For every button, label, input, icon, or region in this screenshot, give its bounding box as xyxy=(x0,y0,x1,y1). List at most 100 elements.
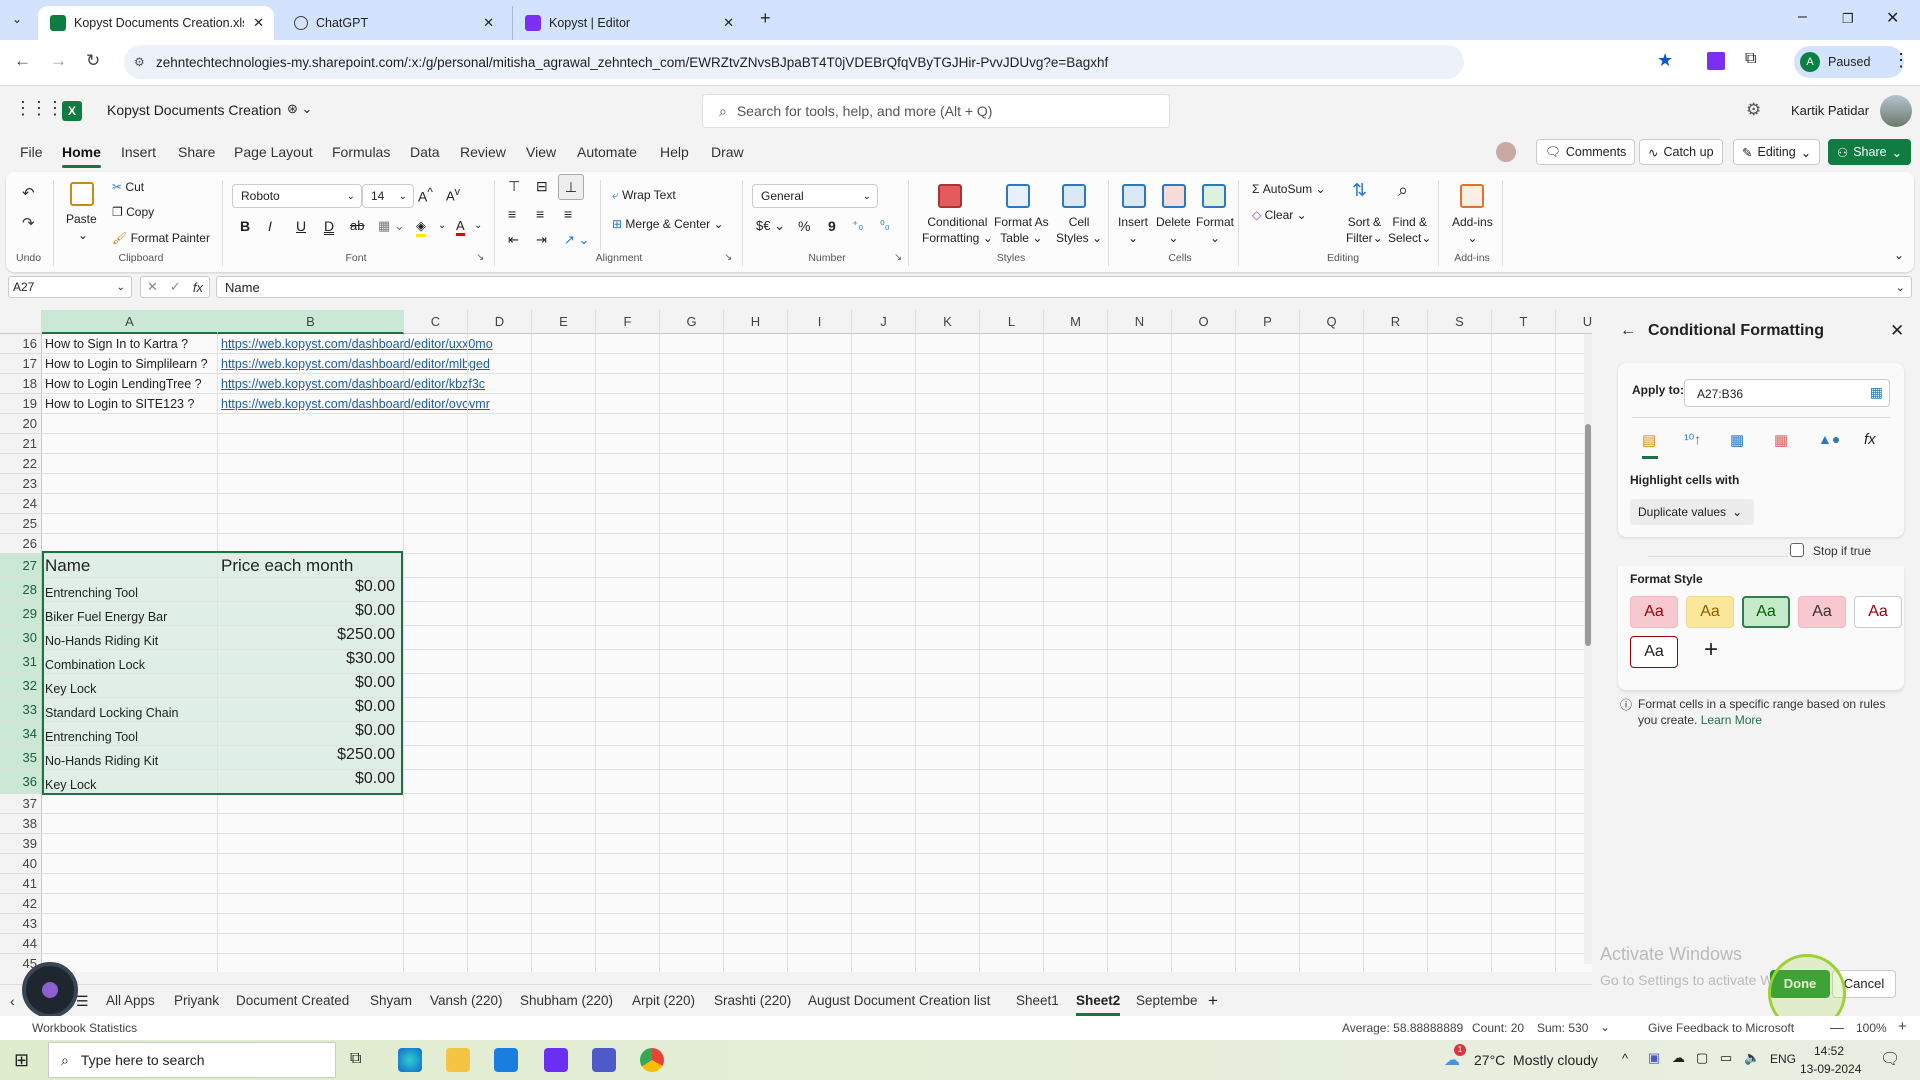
tab-file[interactable]: File xyxy=(20,144,43,160)
cell-m43[interactable] xyxy=(1044,914,1108,934)
cell-k42[interactable] xyxy=(916,894,980,914)
cell-i25[interactable] xyxy=(788,514,852,534)
cell-l27[interactable] xyxy=(980,554,1044,578)
fill-color-icon[interactable]: ◈ xyxy=(416,218,426,237)
row-header-19[interactable]: 19 xyxy=(0,394,42,414)
cell-g26[interactable] xyxy=(660,534,724,554)
cell-m41[interactable] xyxy=(1044,874,1108,894)
kopyst-app-icon[interactable] xyxy=(544,1048,568,1072)
cell-m31[interactable] xyxy=(1044,650,1108,674)
cell-i21[interactable] xyxy=(788,434,852,454)
cell-p32[interactable] xyxy=(1236,674,1300,698)
cell-f18[interactable] xyxy=(596,374,660,394)
cell-c23[interactable] xyxy=(404,474,468,494)
cell-r29[interactable] xyxy=(1364,602,1428,626)
cell-r42[interactable] xyxy=(1364,894,1428,914)
cell-s32[interactable] xyxy=(1428,674,1492,698)
cell-j32[interactable] xyxy=(852,674,916,698)
cell-i30[interactable] xyxy=(788,626,852,650)
cell-d17[interactable] xyxy=(468,354,532,374)
cell-n34[interactable] xyxy=(1108,722,1172,746)
cell-i35[interactable] xyxy=(788,746,852,770)
cell-m38[interactable] xyxy=(1044,814,1108,834)
column-header-e[interactable]: E xyxy=(532,310,596,334)
cell-s31[interactable] xyxy=(1428,650,1492,674)
row-header-31[interactable]: 31 xyxy=(0,650,42,674)
cell-j33[interactable] xyxy=(852,698,916,722)
cell-p38[interactable] xyxy=(1236,814,1300,834)
cell-l42[interactable] xyxy=(980,894,1044,914)
cell-t16[interactable] xyxy=(1492,334,1556,354)
cell-f20[interactable] xyxy=(596,414,660,434)
cell-m16[interactable] xyxy=(1044,334,1108,354)
cell-j29[interactable] xyxy=(852,602,916,626)
cell-h35[interactable] xyxy=(724,746,788,770)
cell-k38[interactable] xyxy=(916,814,980,834)
delete-cells-icon[interactable] xyxy=(1162,184,1186,208)
cell-j25[interactable] xyxy=(852,514,916,534)
cell-f27[interactable] xyxy=(596,554,660,578)
cell-b38[interactable] xyxy=(218,814,404,834)
language-indicator[interactable]: ENG xyxy=(1770,1052,1796,1066)
cell-q32[interactable] xyxy=(1300,674,1364,698)
cell-s20[interactable] xyxy=(1428,414,1492,434)
cell-f21[interactable] xyxy=(596,434,660,454)
cell-c38[interactable] xyxy=(404,814,468,834)
cell-r38[interactable] xyxy=(1364,814,1428,834)
cell-g38[interactable] xyxy=(660,814,724,834)
cell-q28[interactable] xyxy=(1300,578,1364,602)
cell-i18[interactable] xyxy=(788,374,852,394)
cell-d40[interactable] xyxy=(468,854,532,874)
sheet-tab[interactable]: Arpit (220) xyxy=(632,993,695,1008)
confirm-formula-icon[interactable]: ✓ xyxy=(170,279,181,295)
cell-l25[interactable] xyxy=(980,514,1044,534)
cell-h38[interactable] xyxy=(724,814,788,834)
cell-i36[interactable] xyxy=(788,770,852,794)
cell-d29[interactable] xyxy=(468,602,532,626)
cell-a38[interactable] xyxy=(42,814,218,834)
cell-h21[interactable] xyxy=(724,434,788,454)
cell-g33[interactable] xyxy=(660,698,724,722)
cell-d42[interactable] xyxy=(468,894,532,914)
cell-p40[interactable] xyxy=(1236,854,1300,874)
cell-r28[interactable] xyxy=(1364,578,1428,602)
column-header-b[interactable]: B xyxy=(218,310,404,334)
cell-m30[interactable] xyxy=(1044,626,1108,650)
increase-indent-icon[interactable]: ⇥ xyxy=(536,232,547,248)
cell-m17[interactable] xyxy=(1044,354,1108,374)
cell-t32[interactable] xyxy=(1492,674,1556,698)
cell-a36[interactable]: Key Lock xyxy=(42,770,218,794)
cell-c41[interactable] xyxy=(404,874,468,894)
cell-c27[interactable] xyxy=(404,554,468,578)
orientation-icon[interactable]: ↗ ⌄ xyxy=(564,232,589,248)
cell-a25[interactable] xyxy=(42,514,218,534)
cell-q26[interactable] xyxy=(1300,534,1364,554)
comma-style-button[interactable]: 9 xyxy=(828,218,836,234)
cell-n16[interactable] xyxy=(1108,334,1172,354)
cell-p18[interactable] xyxy=(1236,374,1300,394)
cell-t25[interactable] xyxy=(1492,514,1556,534)
cell-r26[interactable] xyxy=(1364,534,1428,554)
cell-d39[interactable] xyxy=(468,834,532,854)
cell-b39[interactable] xyxy=(218,834,404,854)
cell-p30[interactable] xyxy=(1236,626,1300,650)
cell-a21[interactable] xyxy=(42,434,218,454)
cell-j36[interactable] xyxy=(852,770,916,794)
cell-r45[interactable] xyxy=(1364,954,1428,972)
cell-d25[interactable] xyxy=(468,514,532,534)
cell-q23[interactable] xyxy=(1300,474,1364,494)
cell-q29[interactable] xyxy=(1300,602,1364,626)
double-underline-icon[interactable]: D xyxy=(324,218,334,234)
wrap-text-button[interactable]: ⤶ Wrap Text xyxy=(612,188,676,203)
cell-r16[interactable] xyxy=(1364,334,1428,354)
cell-l20[interactable] xyxy=(980,414,1044,434)
editing-mode-button[interactable]: ✎ Editing ⌄ xyxy=(1733,139,1821,165)
cell-m45[interactable] xyxy=(1044,954,1108,972)
paste-icon[interactable] xyxy=(70,182,94,206)
cell-a26[interactable] xyxy=(42,534,218,554)
teams-tray-icon[interactable]: ▣ xyxy=(1648,1050,1660,1066)
format-style-swatch-5[interactable]: Aa xyxy=(1854,596,1902,628)
sheet-tab[interactable]: Document Created xyxy=(236,993,349,1008)
minimize-icon[interactable]: – xyxy=(1798,8,1807,26)
cell-t27[interactable] xyxy=(1492,554,1556,578)
